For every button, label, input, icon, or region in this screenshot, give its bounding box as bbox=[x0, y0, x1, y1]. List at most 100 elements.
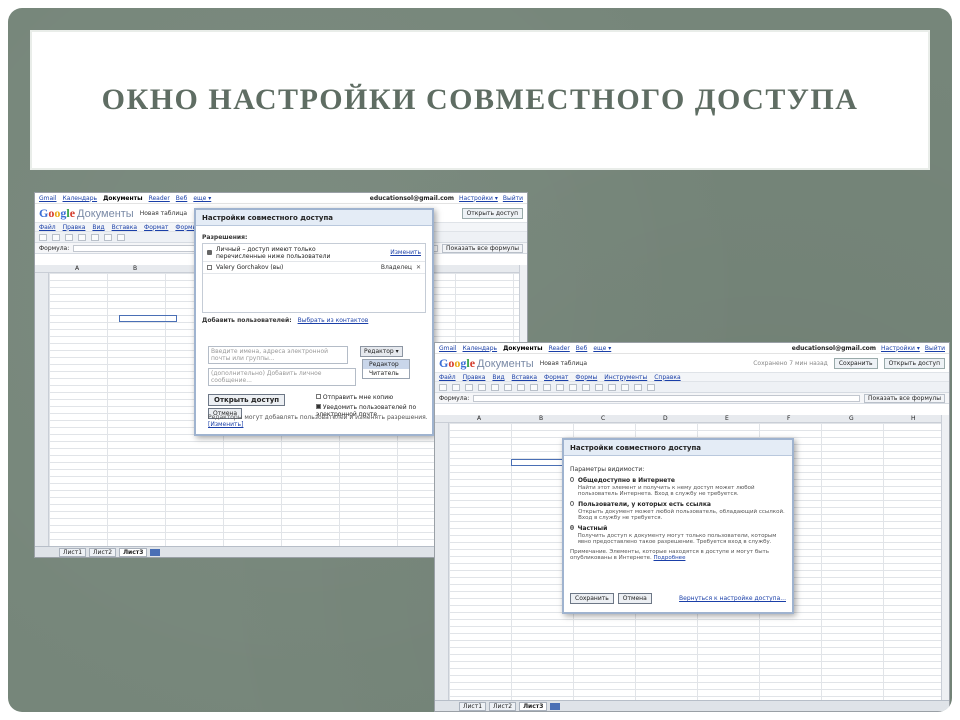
doc-name[interactable]: Новая таблица bbox=[540, 360, 587, 367]
redo-icon[interactable] bbox=[65, 233, 73, 241]
settings-link[interactable]: Настройки ▾ bbox=[459, 195, 498, 202]
undo-icon[interactable] bbox=[52, 233, 60, 241]
link-more[interactable]: еще ▾ bbox=[593, 345, 611, 352]
vertical-scrollbar[interactable] bbox=[941, 415, 949, 700]
align-icon[interactable] bbox=[595, 383, 603, 391]
cancel-button[interactable]: Отмена bbox=[617, 593, 652, 604]
print-icon[interactable] bbox=[39, 233, 47, 241]
link-documents[interactable]: Документы bbox=[503, 345, 542, 352]
sheet-tab[interactable]: Лист2 bbox=[489, 701, 517, 711]
fill-color-icon[interactable] bbox=[569, 383, 577, 391]
merge-icon[interactable] bbox=[621, 383, 629, 391]
bold-icon[interactable] bbox=[530, 383, 538, 391]
save-button[interactable]: Сохранить bbox=[833, 357, 878, 369]
column-header[interactable]: D bbox=[663, 415, 668, 422]
menu-view[interactable]: Вид bbox=[492, 374, 504, 381]
show-formulas-button[interactable]: Показать все формулы bbox=[442, 243, 523, 253]
menu-view[interactable]: Вид bbox=[92, 224, 104, 231]
link-gmail[interactable]: Gmail bbox=[439, 345, 457, 352]
link-reader[interactable]: Reader bbox=[149, 195, 170, 202]
percent-icon[interactable] bbox=[91, 233, 99, 241]
role-dropdown[interactable]: Редактор ▾ bbox=[360, 346, 403, 357]
role-option-viewer[interactable]: Читатель bbox=[363, 369, 409, 378]
settings-link[interactable]: Настройки ▾ bbox=[881, 345, 920, 352]
menu-insert[interactable]: Вставка bbox=[112, 224, 137, 231]
sum-icon[interactable] bbox=[634, 383, 642, 391]
menu-insert[interactable]: Вставка bbox=[512, 374, 537, 381]
signout-link[interactable]: Выйти bbox=[925, 345, 945, 352]
link-web[interactable]: Веб bbox=[176, 195, 188, 202]
sheet-tab-active[interactable]: Лист3 bbox=[519, 701, 548, 711]
link-documents[interactable]: Документы bbox=[103, 195, 142, 202]
visibility-option-public[interactable]: Общедоступно в Интернете Найти этот элем… bbox=[564, 475, 792, 499]
send-copy-checkbox[interactable] bbox=[316, 394, 321, 399]
menu-help[interactable]: Справка bbox=[654, 374, 680, 381]
link-calendar[interactable]: Календарь bbox=[463, 345, 498, 352]
names-input[interactable]: Введите имена, адреса электронной почты … bbox=[208, 346, 348, 364]
menu-forms[interactable]: Формы bbox=[575, 374, 597, 381]
notify-checkbox[interactable] bbox=[316, 404, 321, 409]
visibility-option-link[interactable]: Пользователи, у которых есть ссылка Откр… bbox=[564, 499, 792, 523]
redo-icon[interactable] bbox=[465, 383, 473, 391]
selected-cell[interactable] bbox=[119, 315, 177, 322]
column-header[interactable]: A bbox=[477, 415, 481, 422]
share-button[interactable]: Открыть доступ bbox=[883, 357, 945, 369]
signout-link[interactable]: Выйти bbox=[503, 195, 523, 202]
editors-change-link[interactable]: [Изменить] bbox=[208, 421, 243, 428]
message-input[interactable]: (дополнительно) Добавить личное сообщени… bbox=[208, 368, 356, 386]
column-header[interactable]: F bbox=[787, 415, 790, 422]
back-to-sharing-link[interactable]: Вернуться к настройке доступа... bbox=[679, 595, 786, 602]
menu-file[interactable]: Файл bbox=[39, 224, 56, 231]
radio-public[interactable] bbox=[570, 477, 574, 482]
column-header[interactable]: E bbox=[725, 415, 729, 422]
column-header[interactable]: A bbox=[75, 265, 79, 272]
formula-input[interactable] bbox=[473, 394, 861, 402]
currency-icon[interactable] bbox=[478, 383, 486, 391]
doc-name[interactable]: Новая таблица bbox=[140, 210, 187, 217]
currency-icon[interactable] bbox=[78, 233, 86, 241]
sheet-tab[interactable]: Лист2 bbox=[89, 547, 117, 557]
sheet-tab-active[interactable]: Лист3 bbox=[119, 547, 148, 557]
role-option-editor[interactable]: Редактор bbox=[363, 360, 409, 369]
column-header[interactable]: H bbox=[911, 415, 916, 422]
visibility-option-private[interactable]: Частный Получить доступ к документу могу… bbox=[564, 523, 792, 547]
column-header[interactable]: C bbox=[601, 415, 605, 422]
menu-edit[interactable]: Правка bbox=[63, 224, 86, 231]
menu-edit[interactable]: Правка bbox=[463, 374, 486, 381]
add-sheet-icon[interactable] bbox=[550, 702, 561, 710]
wrap-icon[interactable] bbox=[608, 383, 616, 391]
share-submit-button[interactable]: Открыть доступ bbox=[208, 394, 286, 406]
menu-format[interactable]: Формат bbox=[544, 374, 568, 381]
chart-icon[interactable] bbox=[647, 383, 655, 391]
number-format-icon[interactable] bbox=[104, 233, 112, 241]
radio-link[interactable] bbox=[570, 501, 575, 506]
radio-private[interactable] bbox=[570, 525, 574, 530]
remove-user-icon[interactable]: ✕ bbox=[416, 264, 421, 271]
percent-icon[interactable] bbox=[491, 383, 499, 391]
link-reader[interactable]: Reader bbox=[549, 345, 570, 352]
sheet-tab[interactable]: Лист1 bbox=[459, 701, 487, 711]
select-contacts-link[interactable]: Выбрать из контактов bbox=[298, 317, 369, 324]
link-calendar[interactable]: Календарь bbox=[63, 195, 98, 202]
undo-icon[interactable] bbox=[452, 383, 460, 391]
save-button[interactable]: Сохранить bbox=[570, 593, 614, 604]
column-header[interactable]: G bbox=[849, 415, 854, 422]
more-info-link[interactable]: Подробнее bbox=[654, 555, 686, 561]
change-visibility-link[interactable]: Изменить bbox=[390, 249, 421, 256]
font-size-icon[interactable] bbox=[517, 383, 525, 391]
menu-format[interactable]: Формат bbox=[144, 224, 168, 231]
column-header[interactable]: B bbox=[539, 415, 543, 422]
print-icon[interactable] bbox=[439, 383, 447, 391]
borders-icon[interactable] bbox=[582, 383, 590, 391]
show-formulas-button[interactable]: Показать все формулы bbox=[864, 393, 945, 403]
strikethrough-icon[interactable] bbox=[543, 383, 551, 391]
link-more[interactable]: еще ▾ bbox=[193, 195, 211, 202]
text-color-icon[interactable] bbox=[556, 383, 564, 391]
menu-tools[interactable]: Инструменты bbox=[604, 374, 647, 381]
number-format-icon[interactable] bbox=[504, 383, 512, 391]
sheet-tab[interactable]: Лист1 bbox=[59, 547, 87, 557]
share-button[interactable]: Открыть доступ bbox=[461, 207, 523, 219]
menu-file[interactable]: Файл bbox=[439, 374, 456, 381]
add-sheet-icon[interactable] bbox=[150, 548, 161, 556]
link-gmail[interactable]: Gmail bbox=[39, 195, 57, 202]
